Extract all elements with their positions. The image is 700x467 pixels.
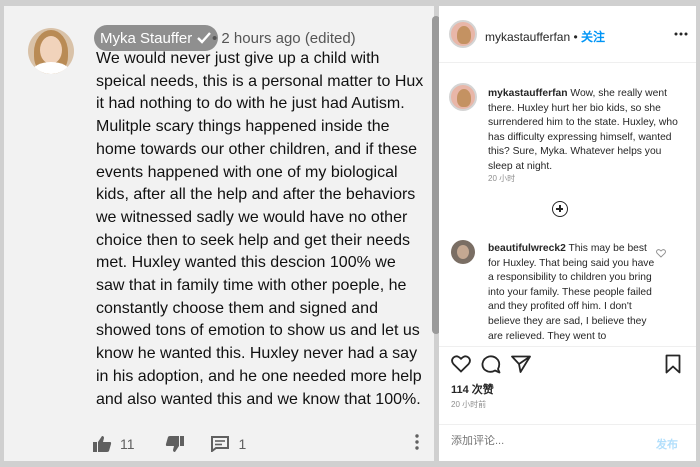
comment-input[interactable] xyxy=(451,435,631,447)
add-circle-icon[interactable] xyxy=(552,201,568,217)
like-count: 11 xyxy=(120,436,135,452)
caption-time: 20 小时 xyxy=(488,174,516,183)
dislike-button[interactable] xyxy=(165,435,185,453)
avatar[interactable] xyxy=(449,20,477,48)
username-link[interactable]: mykastaufferfan xyxy=(485,30,570,44)
thumbs-down-icon xyxy=(165,436,184,452)
like-button[interactable]: 11 xyxy=(92,435,135,453)
avatar[interactable] xyxy=(451,240,475,264)
avatar[interactable] xyxy=(28,28,74,74)
avatar[interactable] xyxy=(449,83,477,111)
reply-icon xyxy=(210,436,229,452)
likes-count[interactable]: 114 次赞 xyxy=(451,381,494,397)
comment-text: We would never just give up a child with… xyxy=(96,50,424,408)
caption: mykastaufferfan Wow, she really went the… xyxy=(488,87,688,175)
post-date: 20 小时前 xyxy=(451,400,487,409)
comment-input-row: 发布 xyxy=(439,424,696,461)
comment-timestamp: • 2 hours ago (edited) xyxy=(212,30,356,47)
more-horizontal-icon[interactable] xyxy=(674,32,688,36)
heart-icon[interactable] xyxy=(656,249,666,258)
caption-username[interactable]: mykastaufferfan xyxy=(488,88,568,99)
comments-section: mykastaufferfan Wow, she really went the… xyxy=(439,63,696,346)
comment-text: This may be best for Huxley. That being … xyxy=(488,243,655,342)
heart-icon[interactable] xyxy=(451,355,471,373)
post-username-row: mykastaufferfan • 关注 xyxy=(485,28,605,45)
follow-button[interactable]: 关注 xyxy=(581,30,605,44)
post-button[interactable]: 发布 xyxy=(656,436,678,452)
post-actions: 114 次赞 20 小时前 xyxy=(439,346,696,409)
comment-actions: 11 1 xyxy=(92,430,246,458)
comment-icon[interactable] xyxy=(481,355,501,374)
more-vertical-icon[interactable] xyxy=(414,434,420,450)
list-item: beautifulwreck2 This may be best for Hux… xyxy=(488,242,656,344)
reply-count: 1 xyxy=(238,436,247,452)
share-icon[interactable] xyxy=(511,355,531,373)
caption-text: Wow, she really went there. Huxley hurt … xyxy=(488,88,678,172)
post-header: mykastaufferfan • 关注 xyxy=(439,6,696,63)
comment-username[interactable]: beautifulwreck2 xyxy=(488,243,566,254)
instagram-post-panel: mykastaufferfan • 关注 mykastaufferfan Wow… xyxy=(439,6,696,461)
thumbs-up-icon xyxy=(93,436,112,452)
bookmark-icon[interactable] xyxy=(665,354,681,374)
separator: • xyxy=(570,30,582,44)
author-name: Myka Stauffer xyxy=(100,29,193,47)
youtube-comment-panel: Myka Stauffer • 2 hours ago (edited) We … xyxy=(4,6,440,461)
verified-check-icon xyxy=(197,32,212,44)
reply-button[interactable]: 1 xyxy=(210,436,247,452)
